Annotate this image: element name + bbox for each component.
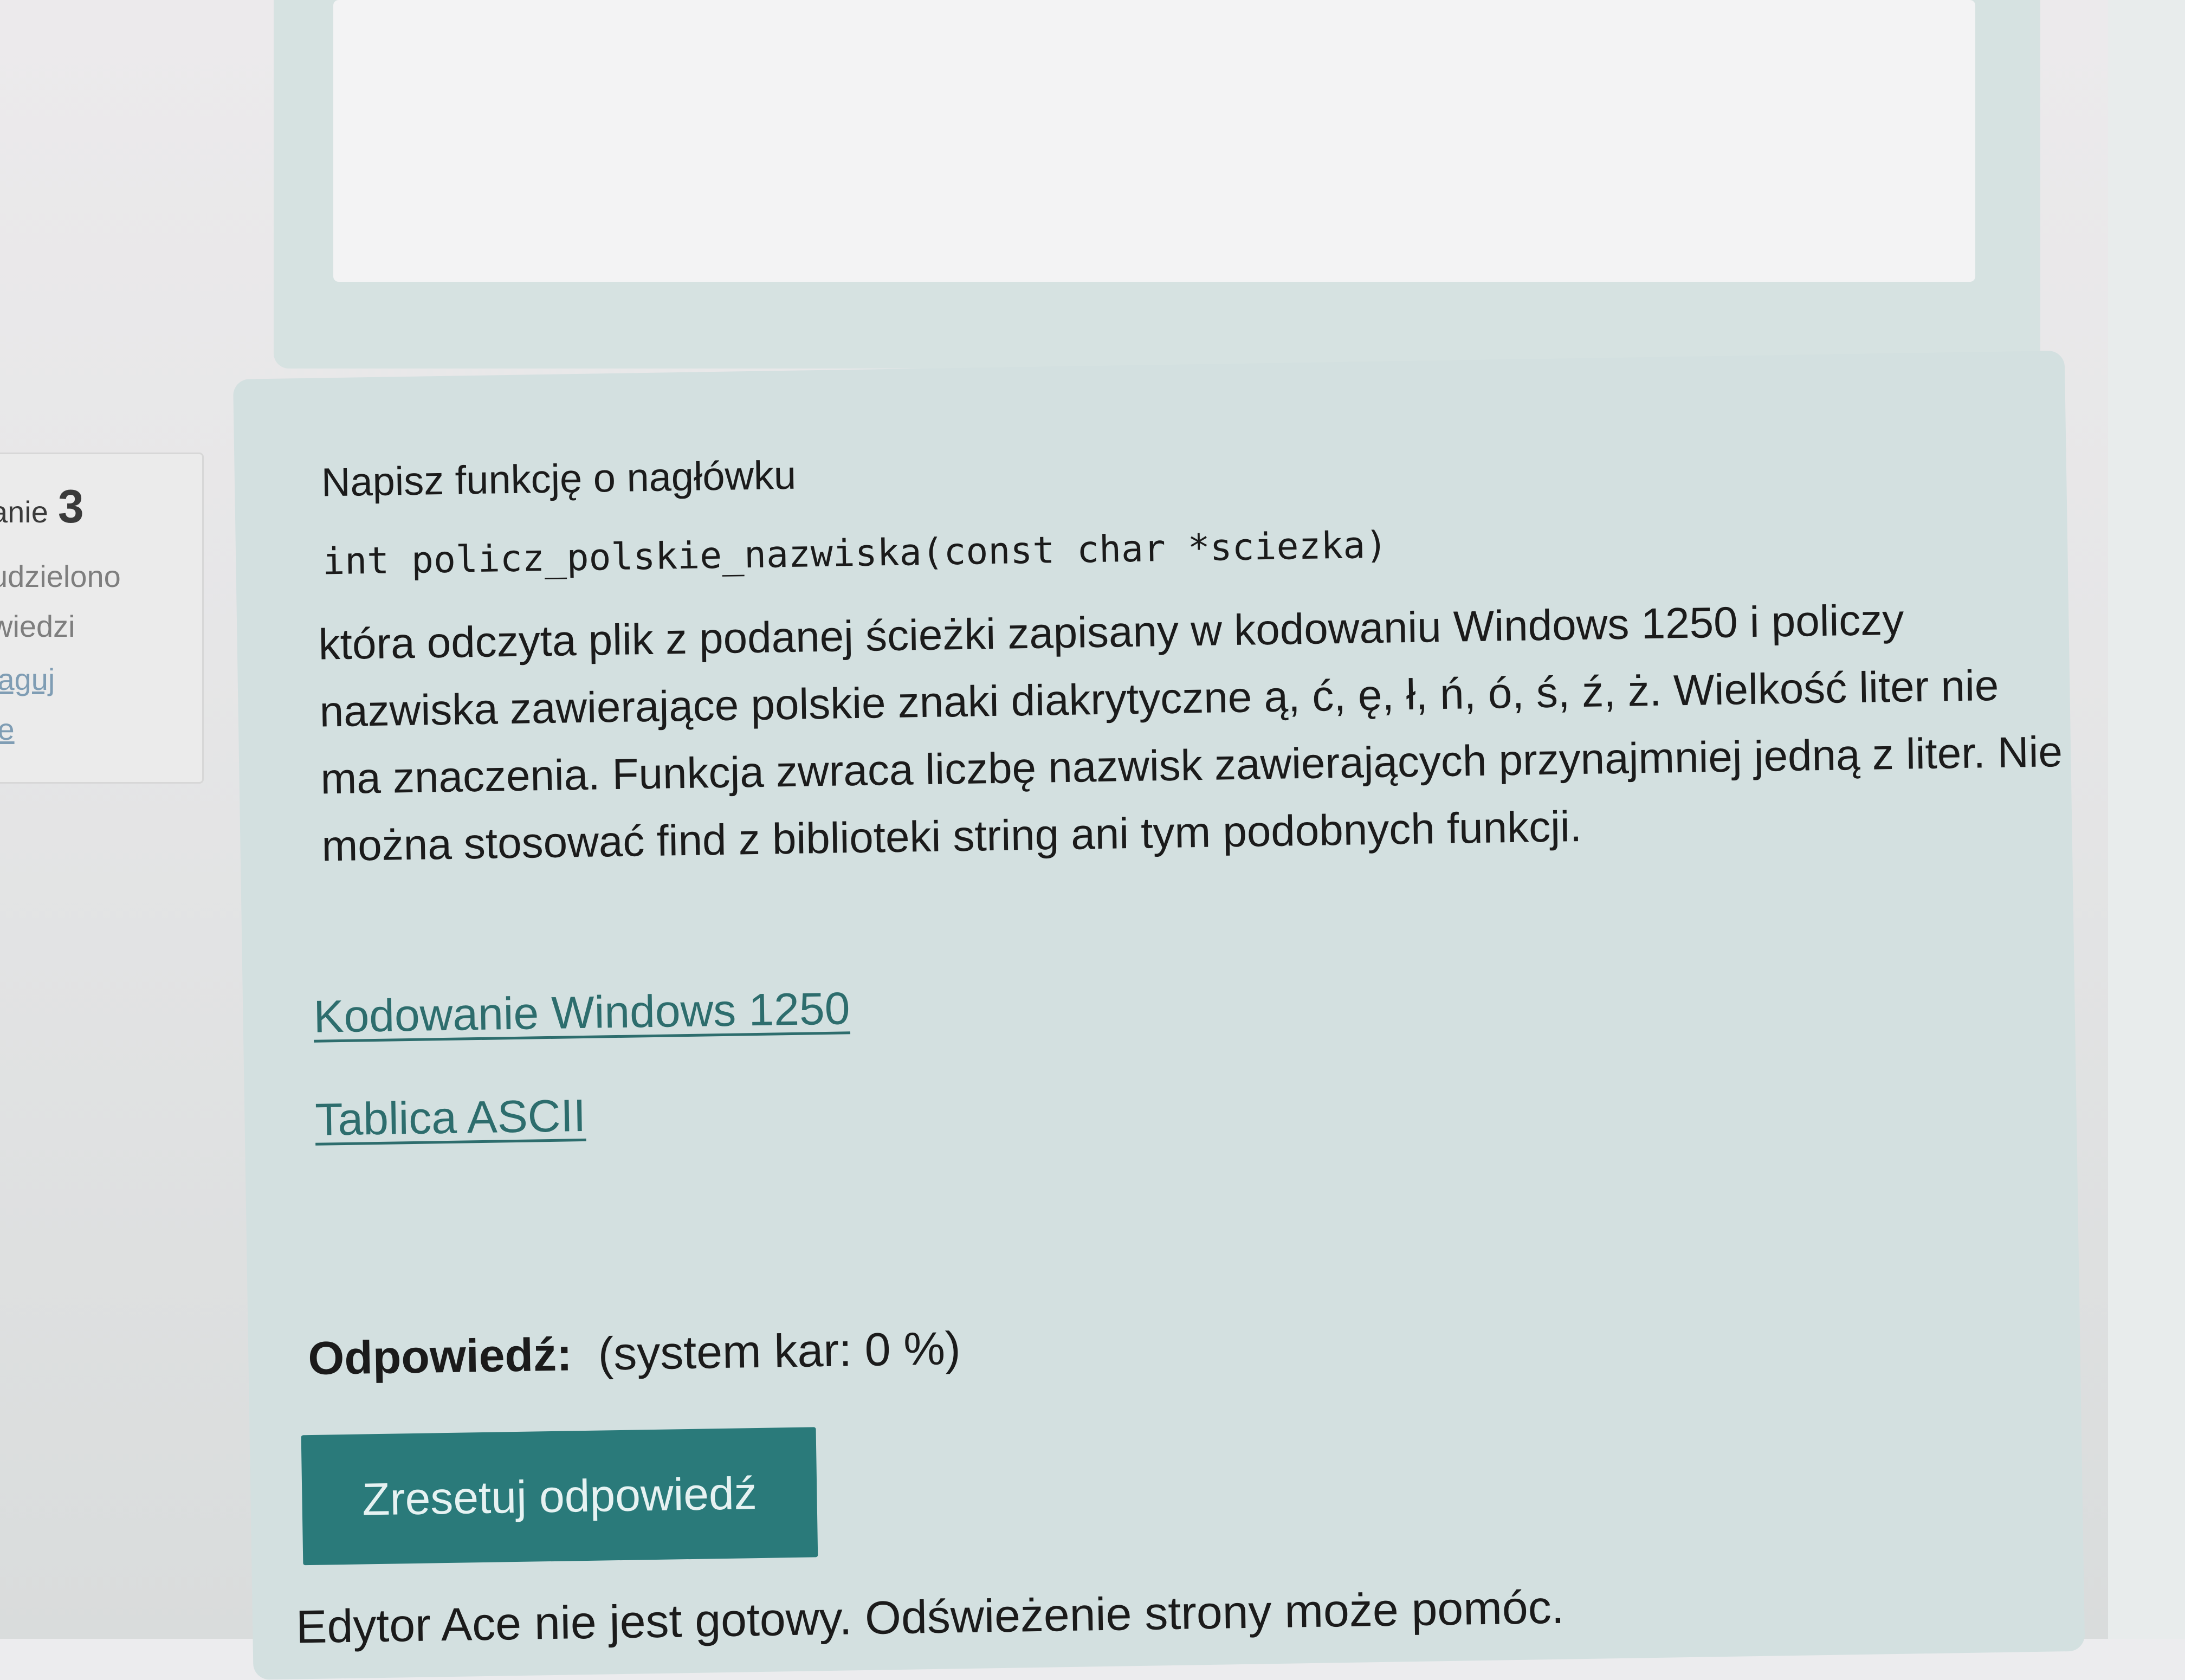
question-info-panel: anie 3 udzielono wiedzi laguj ie bbox=[0, 453, 204, 784]
status-line-1: udzielono bbox=[0, 559, 121, 593]
previous-question-block bbox=[274, 0, 2040, 369]
ace-editor-status: Edytor Ace nie jest gotowy. Odświeżenie … bbox=[295, 1581, 1565, 1653]
question-heading: Napisz funkcję o nagłówku bbox=[321, 452, 797, 505]
answer-header: Odpowiedź: (system kar: 0 %) bbox=[308, 1322, 961, 1386]
right-margin bbox=[2108, 0, 2185, 1639]
answer-label: Odpowiedź: bbox=[307, 1328, 573, 1385]
previous-answer-editor[interactable] bbox=[333, 0, 1975, 282]
question-number-label: anie 3 bbox=[0, 480, 84, 534]
status-line-2: wiedzi bbox=[0, 609, 75, 643]
link-ascii-table[interactable]: Tablica ASCII bbox=[315, 1089, 586, 1146]
penalty-text: (system kar: 0 %) bbox=[597, 1322, 961, 1380]
flag-link-line-1[interactable]: laguj bbox=[0, 655, 55, 705]
question-text: która odczyta plik z podanej ścieżki zap… bbox=[318, 595, 2063, 870]
question-block: Napisz funkcję o nagłówku int policz_pol… bbox=[233, 350, 2085, 1680]
link-windows-1250[interactable]: Kodowanie Windows 1250 bbox=[313, 982, 850, 1043]
reset-answer-button[interactable]: Zresetuj odpowiedź bbox=[301, 1427, 818, 1566]
function-signature: int policz_polskie_nazwiska(const char *… bbox=[322, 524, 1388, 584]
question-status: udzielono wiedzi bbox=[0, 552, 121, 651]
flag-link-line-2[interactable]: ie bbox=[0, 705, 55, 754]
flag-question-link[interactable]: laguj ie bbox=[0, 655, 55, 754]
question-label: anie bbox=[0, 495, 48, 529]
page: anie 3 udzielono wiedzi laguj ie Napisz f… bbox=[0, 0, 2185, 1680]
question-number: 3 bbox=[57, 481, 84, 533]
